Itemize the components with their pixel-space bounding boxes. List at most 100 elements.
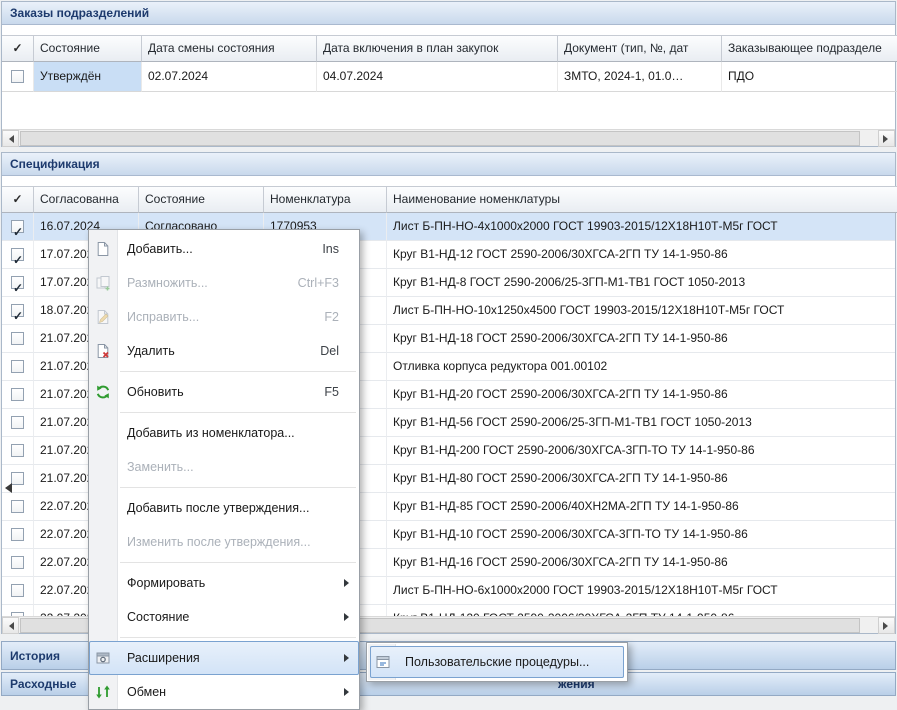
spec-cell-name[interactable]: Круг В1-НД-120 ГОСТ 2590-2006/30ХГСА-2ГП… [387, 605, 895, 616]
page-edit-icon [95, 309, 111, 325]
menu-separator [120, 562, 356, 563]
submenu-arrow-icon [344, 654, 353, 662]
procedure-window-icon [375, 654, 391, 670]
context-submenu: Пользовательские процедуры... [366, 642, 628, 682]
orders-hscrollbar[interactable] [2, 129, 895, 146]
row-checkbox[interactable] [11, 332, 24, 345]
row-checkbox-cell [2, 437, 34, 465]
spec-cell-name[interactable]: Круг В1-НД-80 ГОСТ 2590-2006/30ХГСА-2ГП … [387, 465, 895, 493]
orders-cell-plan_inclusion_date[interactable]: 04.07.2024 [317, 62, 558, 92]
row-checkbox-cell [2, 577, 34, 605]
row-checkbox[interactable] [11, 70, 24, 83]
scrollbar-thumb[interactable] [20, 131, 860, 146]
orders-cell-state[interactable]: Утверждён [34, 62, 142, 92]
menu-item-label: Добавить после утверждения... [127, 501, 351, 515]
row-checkbox-cell [2, 325, 34, 353]
spec-cell-name[interactable]: Круг В1-НД-56 ГОСТ 2590-2006/25-3ГП-М1-Т… [387, 409, 895, 437]
submenu-arrow-icon [344, 579, 353, 587]
orders-column-header[interactable]: Состояние [34, 35, 142, 62]
orders-panel-header[interactable]: Заказы подразделений [2, 2, 895, 25]
row-checkbox[interactable] [11, 472, 24, 485]
scroll-left-button[interactable] [2, 130, 19, 147]
context-menu-item[interactable]: Расширения [89, 641, 359, 675]
menu-item-label: Состояние [127, 610, 340, 624]
splitter-arrow-left-icon[interactable] [0, 483, 12, 493]
submenu-item[interactable]: Пользовательские процедуры... [370, 646, 624, 678]
row-checkbox-cell [2, 605, 34, 616]
context-menu-item[interactable]: Формировать [89, 566, 359, 600]
row-checkbox[interactable] [11, 248, 24, 261]
spec-cell-name[interactable]: Круг В1-НД-20 ГОСТ 2590-2006/30ХГСА-2ГП … [387, 381, 895, 409]
refresh-icon [95, 384, 111, 400]
context-submenu-items: Пользовательские процедуры... [370, 646, 624, 678]
spec-column-header[interactable]: Номенклатура [264, 186, 387, 213]
context-menu-item[interactable]: Добавить...Ins [89, 232, 359, 266]
spec-cell-name[interactable]: Лист Б-ПН-НО-10х1250х4500 ГОСТ 19903-201… [387, 297, 895, 325]
specification-panel-header[interactable]: Спецификация [2, 153, 895, 176]
arrow-left-icon [5, 135, 14, 143]
orders-cell-department[interactable]: ПДО [722, 62, 897, 92]
scroll-left-button[interactable] [2, 617, 19, 634]
arrow-right-icon [883, 135, 892, 143]
row-checkbox[interactable] [11, 388, 24, 401]
spec-cell-name[interactable]: Круг В1-НД-8 ГОСТ 2590-2006/25-3ГП-М1-ТВ… [387, 269, 895, 297]
scroll-right-button[interactable] [878, 130, 895, 147]
orders-cell-document[interactable]: ЗМТО, 2024-1, 01.0… [558, 62, 722, 92]
exchange-icon [95, 684, 111, 700]
context-menu-item: Размножить...Ctrl+F3 [89, 266, 359, 300]
row-checkbox[interactable] [11, 444, 24, 457]
spec-cell-name[interactable]: Круг В1-НД-200 ГОСТ 2590-2006/30ХГСА-3ГП… [387, 437, 895, 465]
context-menu-item[interactable]: Удалить Del [89, 334, 359, 368]
menu-item-label: Обмен [127, 685, 340, 699]
row-checkbox[interactable] [11, 360, 24, 373]
spec-cell-name[interactable]: Круг В1-НД-10 ГОСТ 2590-2006/30ХГСА-3ГП-… [387, 521, 895, 549]
row-checkbox[interactable] [11, 584, 24, 597]
menu-item-label: Добавить... [127, 242, 314, 256]
orders-column-header[interactable]: Дата смены состояния [142, 35, 317, 62]
menu-item-shortcut: Del [320, 344, 339, 358]
orders-table-row[interactable]: Утверждён02.07.202404.07.2024ЗМТО, 2024-… [2, 62, 895, 92]
context-menu-item[interactable]: Добавить после утверждения... [89, 491, 359, 525]
page-delete-icon [95, 343, 111, 359]
submenu-item-label: Пользовательские процедуры... [405, 655, 589, 669]
row-checkbox-cell [2, 213, 34, 241]
orders-column-header[interactable]: Заказывающее подразделе [722, 35, 897, 62]
context-menu-item: Заменить... [89, 450, 359, 484]
menu-separator [120, 637, 356, 638]
row-checkbox[interactable] [11, 528, 24, 541]
spec-cell-name[interactable]: Отливка корпуса редуктора 001.00102 [387, 353, 895, 381]
menu-separator [120, 412, 356, 413]
spec-cell-name[interactable]: Круг В1-НД-12 ГОСТ 2590-2006/30ХГСА-2ГП … [387, 241, 895, 269]
context-menu-item[interactable]: ОбновитьF5 [89, 375, 359, 409]
row-checkbox-cell [2, 353, 34, 381]
scroll-right-button[interactable] [878, 617, 895, 634]
context-menu-item[interactable]: Обмен [89, 675, 359, 709]
spec-column-header[interactable]: Наименование номенклатуры [387, 186, 897, 213]
row-checkbox[interactable] [11, 304, 24, 317]
spec-cell-name[interactable]: Круг В1-НД-18 ГОСТ 2590-2006/30ХГСА-2ГП … [387, 325, 895, 353]
menu-item-shortcut: Ctrl+F3 [298, 276, 339, 290]
arrow-left-icon [5, 622, 14, 630]
row-checkbox[interactable] [11, 276, 24, 289]
row-checkbox[interactable] [11, 220, 24, 233]
row-checkbox[interactable] [11, 500, 24, 513]
spec-cell-name[interactable]: Лист Б-ПН-НО-6х1000х2000 ГОСТ 19903-2015… [387, 577, 895, 605]
menu-item-label: Удалить [127, 344, 312, 358]
spec-column-header[interactable]: Согласованна [34, 186, 139, 213]
orders-column-header[interactable]: ✓ [2, 35, 34, 62]
spec-column-header[interactable]: ✓ [2, 186, 34, 213]
orders-column-header[interactable]: Документ (тип, №, дат [558, 35, 722, 62]
orders-cell-state_change_date[interactable]: 02.07.2024 [142, 62, 317, 92]
spec-cell-name[interactable]: Круг В1-НД-16 ГОСТ 2590-2006/30ХГСА-2ГП … [387, 549, 895, 577]
orders-column-header[interactable]: Дата включения в план закупок [317, 35, 558, 62]
spec-cell-name[interactable]: Лист Б-ПН-НО-4х1000х2000 ГОСТ 19903-2015… [387, 213, 895, 241]
menu-item-label: Формировать [127, 576, 340, 590]
row-checkbox[interactable] [11, 556, 24, 569]
row-checkbox[interactable] [11, 416, 24, 429]
context-menu-items: Добавить...InsРазмножить...Ctrl+F3Исправ… [89, 232, 359, 709]
spec-column-header[interactable]: Состояние [139, 186, 264, 213]
context-menu-item[interactable]: Добавить из номенклатора... [89, 416, 359, 450]
context-menu-item[interactable]: Состояние [89, 600, 359, 634]
spec-cell-name[interactable]: Круг В1-НД-85 ГОСТ 2590-2006/40ХН2МА-2ГП… [387, 493, 895, 521]
submenu-arrow-icon [344, 613, 353, 621]
